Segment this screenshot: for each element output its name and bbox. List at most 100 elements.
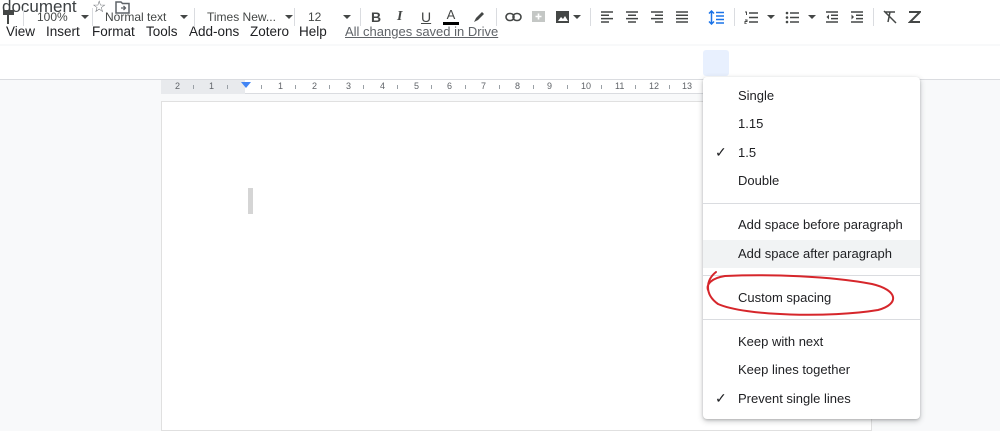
insert-comment-button[interactable] [531,9,546,25]
ruler-label: 4 [380,81,386,91]
menu-item-label: Add space after paragraph [738,246,892,261]
ruler-margin-left [161,80,245,94]
ruler-tick [193,85,194,89]
ruler-tick [567,85,568,89]
bulleted-list-button[interactable] [785,9,816,25]
menu-insert[interactable]: Insert [46,24,80,39]
menu-item-label: Single [738,88,775,103]
spacing-option-1-15[interactable]: 1.15 [703,110,920,138]
paint-format-button[interactable] [2,9,16,25]
menu-item-label: Keep with next [738,334,824,349]
spacing-option-single[interactable]: Single [703,82,920,110]
add-space-after-paragraph[interactable]: Add space after paragraph [703,240,920,268]
font-size-value: 12 [308,10,322,24]
menu-item-label: Add space before paragraph [738,217,903,232]
menu-item-label: Custom spacing [738,290,832,305]
add-space-before-paragraph[interactable]: Add space before paragraph [703,211,920,239]
ruler-label: 1 [209,81,215,91]
ruler-tick [635,85,636,89]
menu-item-label: Double [738,173,780,188]
text-color-button[interactable]: A [443,7,459,25]
ruler-tick [669,85,670,89]
spacing-option-1-5[interactable]: ✓ 1.5 [703,139,920,167]
spacing-option-double[interactable]: Double [703,167,920,195]
menu-divider [703,203,920,204]
ruler-label: 6 [447,81,453,91]
align-right-icon [651,11,663,23]
menu-help[interactable]: Help [299,24,327,39]
text-cursor [248,188,253,214]
ruler-tick [363,85,364,89]
numbered-list-button[interactable] [744,9,775,25]
menu-tools[interactable]: Tools [146,24,178,39]
chevron-down-icon [808,15,816,19]
align-right-button[interactable] [650,9,664,25]
menu-item-label: Prevent single lines [738,391,851,406]
keep-lines-together[interactable]: Keep lines together [703,356,920,384]
menu-divider [703,275,920,276]
zoom-select[interactable]: 100% [37,9,89,25]
zoom-value: 100% [37,10,68,24]
menu-add-ons[interactable]: Add-ons [189,24,239,39]
bulleted-list-icon [785,11,799,23]
font-select[interactable]: Times New... [207,9,293,25]
chevron-down-icon [180,15,189,19]
line-spacing-active-bg [703,50,729,76]
ruler-tick [431,85,432,89]
align-center-icon [626,11,638,23]
ruler-tick [601,85,602,89]
input-tools-icon [908,11,921,23]
italic-icon: I [397,9,403,24]
ruler-tick [533,85,534,89]
numbered-list-icon [744,11,758,24]
left-indent-marker[interactable] [241,82,251,88]
menu-view[interactable]: View [6,24,35,39]
justify-button[interactable] [675,9,689,25]
keep-with-next[interactable]: Keep with next [703,328,920,356]
decrease-indent-button[interactable] [825,9,839,25]
prevent-single-lines[interactable]: ✓ Prevent single lines [703,385,920,413]
menu-zotero[interactable]: Zotero [250,24,289,39]
menu-item-label: 1.5 [738,145,757,160]
style-select[interactable]: Normal text [105,9,189,25]
menu-divider [703,319,920,320]
font-size-select[interactable]: 12 [308,9,352,25]
clear-formatting-icon [883,10,897,24]
toolbar-divider [734,8,735,26]
custom-spacing[interactable]: Custom spacing [703,284,920,312]
ruler-label: 2 [175,81,181,91]
save-status-link[interactable]: All changes saved in Drive [345,24,498,39]
align-center-button[interactable] [625,9,639,25]
bold-button[interactable]: B [371,9,381,25]
line-spacing-button[interactable] [708,9,725,25]
font-value: Times New... [207,10,276,24]
highlighter-icon [474,12,484,22]
chevron-down-icon [284,15,293,19]
clear-formatting-button[interactable] [883,9,897,25]
chevron-down-icon [80,15,89,19]
align-left-button[interactable] [600,9,614,25]
ruler-label: 12 [649,81,660,91]
underline-button[interactable]: U [421,9,431,25]
increase-indent-button[interactable] [850,9,864,25]
toolbar-divider [294,8,295,26]
ruler-tick [499,85,500,89]
insert-image-button[interactable] [555,9,581,25]
ruler-label: 5 [414,81,420,91]
ruler-tick [329,85,330,89]
increase-indent-icon [851,11,863,23]
highlight-button[interactable] [472,9,486,25]
text-color-icon: A [446,7,456,22]
link-icon [505,12,522,22]
ruler-label: 8 [515,81,521,91]
menu-format[interactable]: Format [92,24,135,39]
paint-roller-icon [3,10,14,24]
toolbar-divider [360,8,361,26]
insert-link-button[interactable] [505,9,522,25]
justify-icon [676,11,688,23]
toolbar-divider [92,8,93,26]
italic-button[interactable]: I [397,9,402,25]
decrease-indent-icon [826,11,838,23]
toolbar-divider [23,8,24,26]
input-tools-button[interactable] [908,9,921,25]
